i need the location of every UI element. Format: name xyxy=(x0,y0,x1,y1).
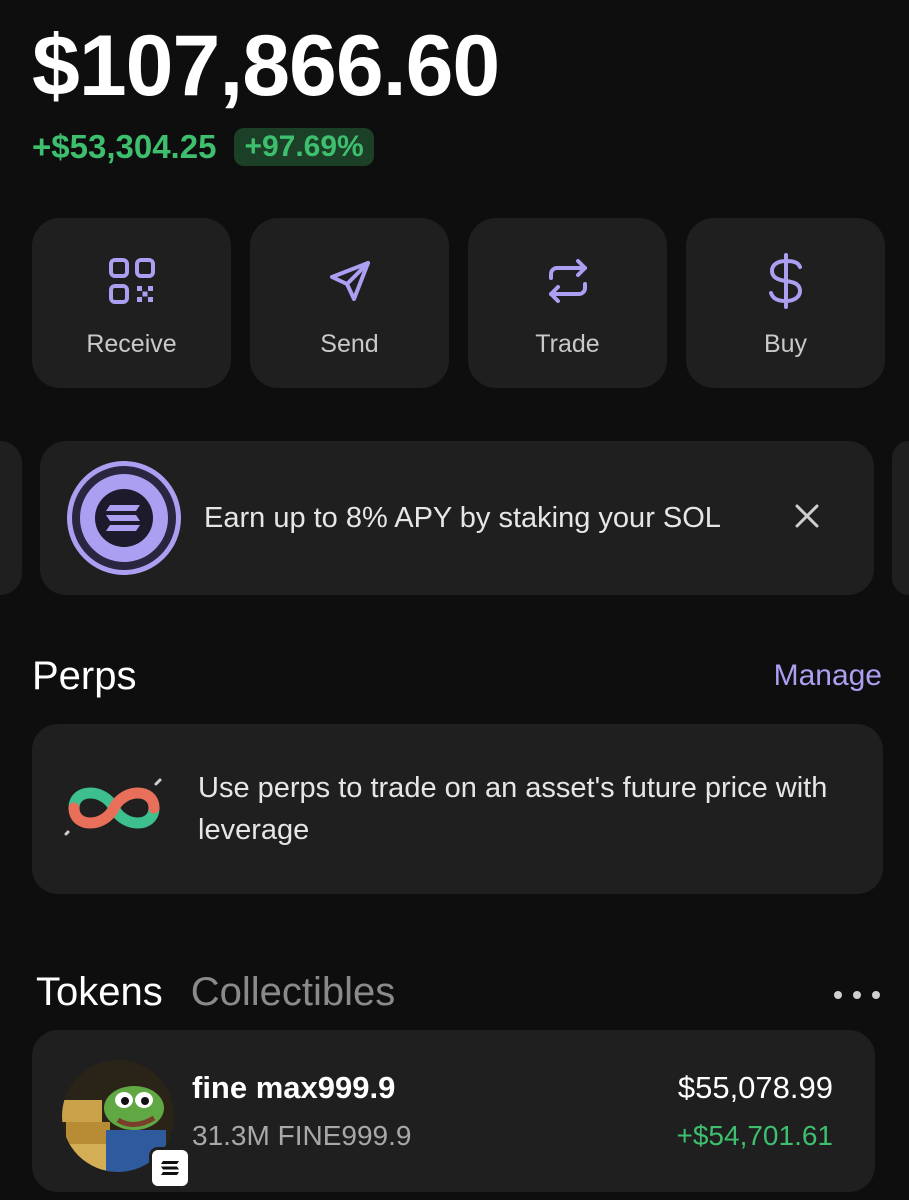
send-button[interactable]: Send xyxy=(250,218,449,388)
send-arrow-icon xyxy=(323,254,377,308)
token-value: $55,078.99 xyxy=(677,1070,833,1105)
more-options-icon[interactable] xyxy=(834,985,880,1005)
more-dot xyxy=(834,991,842,999)
previous-promo-card[interactable] xyxy=(0,441,22,595)
perps-title: Perps xyxy=(32,654,137,698)
asset-tabs: Tokens Collectibles xyxy=(36,970,395,1015)
token-row[interactable]: fine max999.9 31.3M FINE999.9 $55,078.99… xyxy=(32,1030,875,1192)
receive-label: Receive xyxy=(86,330,177,358)
trade-label: Trade xyxy=(535,330,600,358)
staking-promo-card[interactable]: Earn up to 8% APY by staking your SOL xyxy=(40,441,874,595)
receive-button[interactable]: Receive xyxy=(32,218,231,388)
wallet-home: $107,866.60 +$53,304.25 +97.69% Receive xyxy=(0,0,909,1200)
change-percent-badge: +97.69% xyxy=(234,128,374,166)
next-promo-card[interactable] xyxy=(892,441,909,595)
qr-code-icon xyxy=(105,254,159,308)
token-change: +$54,701.61 xyxy=(676,1120,834,1151)
more-dot xyxy=(853,991,861,999)
buy-button[interactable]: Buy xyxy=(686,218,885,388)
change-amount: +$53,304.25 xyxy=(32,128,217,165)
close-icon[interactable] xyxy=(790,499,824,533)
promo-text: Earn up to 8% APY by staking your SOL xyxy=(204,502,721,534)
token-name: fine max999.9 xyxy=(192,1070,396,1105)
perps-card[interactable]: Use perps to trade on an asset's future … xyxy=(32,724,883,894)
action-bar: Receive Send Trade Buy xyxy=(32,218,885,388)
perps-description: Use perps to trade on an asset's future … xyxy=(198,772,828,846)
swap-arrows-icon xyxy=(541,254,595,308)
dollar-icon xyxy=(759,253,813,309)
portfolio-change: +$53,304.25 +97.69% xyxy=(32,128,374,166)
solana-chain-badge xyxy=(149,1147,191,1189)
perps-loop-icon xyxy=(64,772,164,847)
send-label: Send xyxy=(320,330,379,358)
portfolio-balance: $107,866.60 xyxy=(32,18,500,114)
manage-link[interactable]: Manage xyxy=(774,659,882,693)
tab-tokens[interactable]: Tokens xyxy=(36,970,163,1015)
more-dot xyxy=(872,991,880,999)
buy-label: Buy xyxy=(763,330,808,358)
token-amount: 31.3M FINE999.9 xyxy=(192,1120,412,1151)
tab-collectibles[interactable]: Collectibles xyxy=(191,970,396,1015)
solana-icon xyxy=(72,466,176,570)
trade-button[interactable]: Trade xyxy=(468,218,667,388)
